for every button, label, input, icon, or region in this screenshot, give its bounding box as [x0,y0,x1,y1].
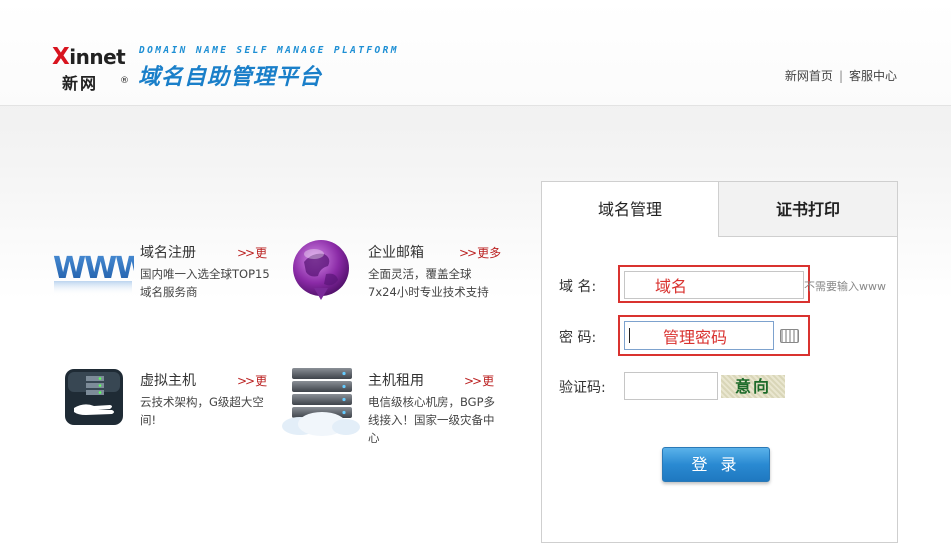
more-link[interactable]: >> 更 [237,244,267,261]
link-separator: | [838,69,843,83]
logo-text-en: Xinnet [52,44,126,70]
service-title[interactable]: 企业邮箱 [368,242,424,262]
domain-label: 域 名: [559,279,597,295]
more-arrow-icon: >> [464,374,482,388]
support-link[interactable]: 客服中心 [849,69,897,83]
more-link[interactable]: >> 更 [237,372,267,389]
more-link[interactable]: >> 更多 [459,244,501,261]
tab-domain-management[interactable]: 域名管理 [542,182,718,237]
soft-keyboard-icon[interactable] [780,329,799,343]
www-icon[interactable]: WWW [52,248,150,298]
platform-title: 域名自助管理平台 [138,65,323,90]
more-link[interactable]: >> 更 [464,372,494,389]
service-title[interactable]: 域名注册 [140,242,196,262]
login-tabs: 域名管理 证书打印 [542,182,897,237]
platform-subtitle: DOMAIN NAME SELF MANAGE PLATFORM [139,45,399,56]
captcha-label: 验证码: [559,380,606,396]
server-rack-icon[interactable] [278,366,362,440]
service-description: 国内唯一入选全球TOP15域名服务商 [140,267,270,299]
service-description: 电信级核心机房，BGP多线接入！国家一级灾备中心 [368,395,496,445]
home-link[interactable]: 新网首页 [785,69,833,83]
service-description: 云技术架构，G级超大空间! [140,395,264,427]
xinnet-logo[interactable]: Xinnet 新网 ® [52,44,132,94]
domain-hint: 不需要输入www [804,280,886,293]
registered-mark: ® [120,76,129,86]
server-hand-icon[interactable] [64,368,126,428]
tab-certificate-print[interactable]: 证书打印 [718,182,897,237]
more-arrow-icon: >> [237,374,255,388]
captcha-input[interactable] [624,372,718,400]
login-button[interactable]: 登 录 [662,447,770,482]
text-caret [629,328,630,343]
login-panel: 域名管理 证书打印 域 名: 不需要输入www 密 码: 验证码: 意向 登 录 [541,181,898,543]
svg-text:WWW: WWW [53,251,134,286]
domain-input[interactable] [624,271,804,299]
more-arrow-icon: >> [237,246,255,260]
password-label: 密 码: [559,330,597,346]
captcha-image[interactable]: 意向 [721,375,785,398]
logo-text-cn: 新网 [62,74,99,93]
more-arrow-icon: >> [459,246,477,260]
mail-globe-icon[interactable] [290,238,352,304]
top-links: 新网首页 | 客服中心 [785,67,897,84]
service-title[interactable]: 虚拟主机 [140,370,196,390]
password-input[interactable] [624,321,774,350]
header: Xinnet 新网 ® DOMAIN NAME SELF MANAGE PLAT… [0,0,951,106]
service-title[interactable]: 主机租用 [368,370,424,390]
service-description: 全面灵活，覆盖全球7x24小时专业技术支持 [368,267,489,299]
